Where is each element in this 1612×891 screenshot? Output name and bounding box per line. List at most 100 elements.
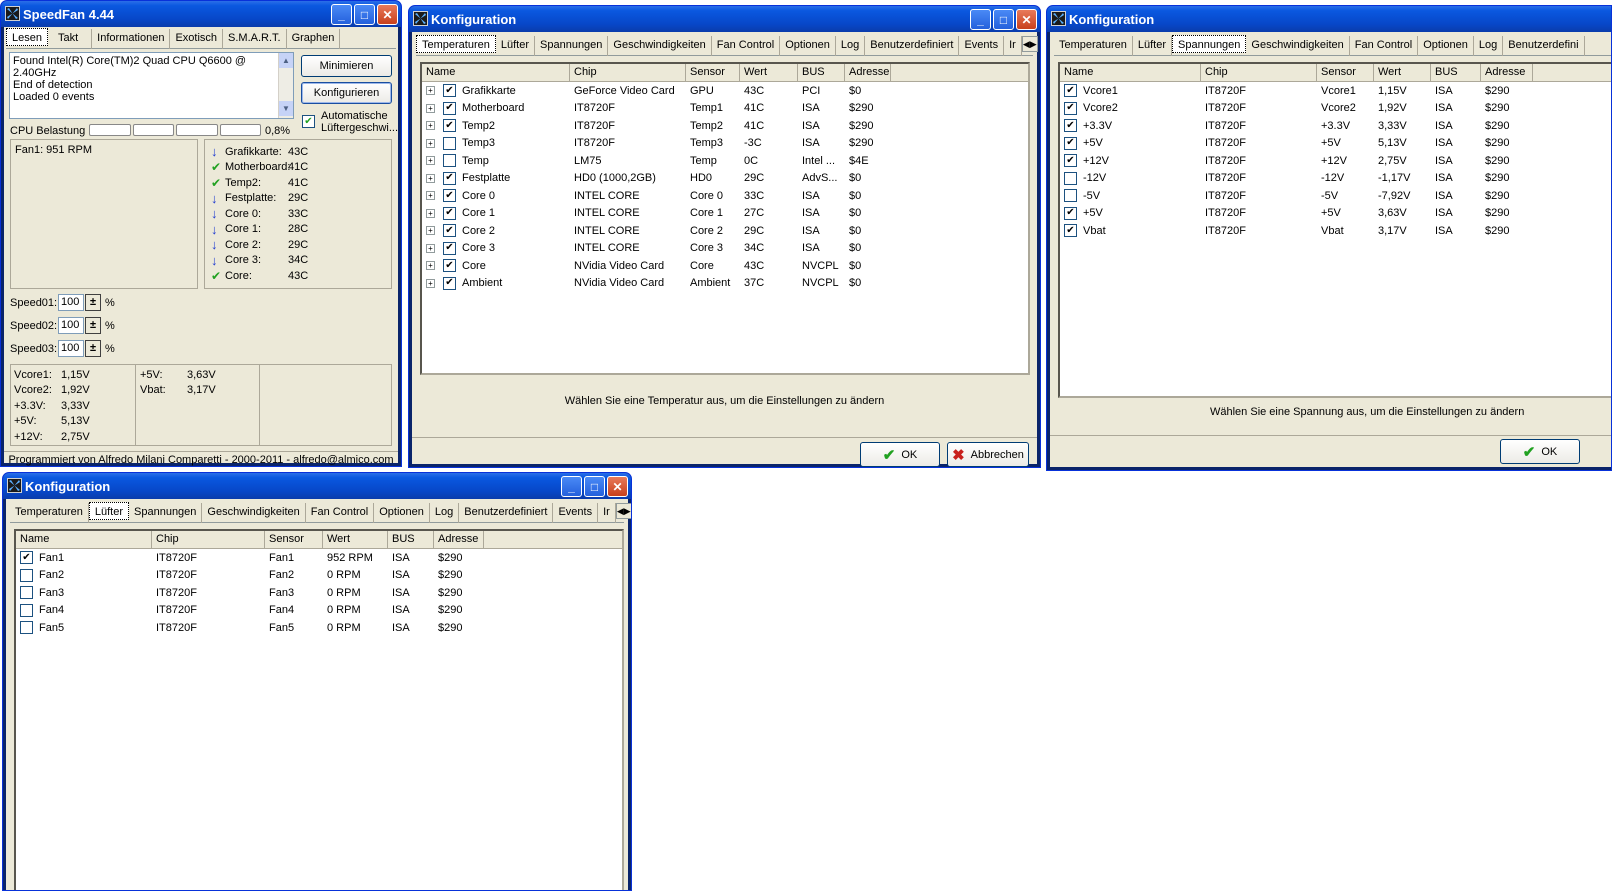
list-row[interactable]: + Temp3 IT8720F Temp3 -3C ISA $290 <box>422 135 1028 153</box>
tab-log[interactable]: Log <box>836 36 866 56</box>
spin-icon[interactable]: ± <box>85 317 101 334</box>
list-row[interactable]: + ✔ Temp2 IT8720F Temp2 41C ISA $290 <box>422 117 1028 135</box>
checkbox[interactable]: ✔ <box>1064 154 1077 168</box>
expand-icon[interactable]: + <box>426 208 435 218</box>
checkbox[interactable]: ✔ <box>20 551 33 565</box>
close-icon[interactable]: ✕ <box>1016 9 1037 30</box>
tab-geschwindigkeiten[interactable]: Geschwindigkeiten <box>202 503 306 523</box>
list-row[interactable]: -12V IT8720F -12V -1,17V ISA $290 <box>1060 170 1611 188</box>
tab-events[interactable]: Events <box>553 503 599 523</box>
list-row[interactable]: ✔ +12V IT8720F +12V 2,75V ISA $290 <box>1060 152 1611 170</box>
auto-fan-checkbox[interactable]: ✔ Automatische Lüftergeschwi... <box>302 110 398 134</box>
column-header-chip[interactable]: Chip <box>152 531 265 548</box>
checkbox[interactable]: ✔ <box>1064 136 1077 150</box>
tab-smart[interactable]: S.M.A.R.T. <box>223 29 287 49</box>
expand-icon[interactable]: + <box>426 243 435 253</box>
speedfan-titlebar[interactable]: SpeedFan 4.44 _ □ ✕ <box>1 1 401 27</box>
checkbox[interactable]: ✔ <box>443 259 456 273</box>
scroll-down-icon[interactable]: ▼ <box>279 101 293 116</box>
configure-button[interactable]: Konfigurieren <box>301 82 392 104</box>
temperature-list[interactable]: Name Chip Sensor Wert BUS Adresse + ✔ Grafikkart… <box>420 62 1030 375</box>
list-row[interactable]: + ✔ Core 3 INTEL CORE Core 3 34C ISA $0 <box>422 240 1028 258</box>
list-row[interactable]: Fan5 IT8720F Fan5 0 RPM ISA $290 <box>16 619 622 637</box>
spin-icon[interactable]: ± <box>85 340 101 357</box>
tab-exotisch[interactable]: Exotisch <box>170 29 224 49</box>
tab-l-fter[interactable]: Lüfter <box>1133 36 1173 56</box>
column-header-wert[interactable]: Wert <box>740 64 798 81</box>
tab-scroll-arrows[interactable]: ◀ ▶ <box>1021 36 1038 52</box>
list-row[interactable]: ✔ +5V IT8720F +5V 5,13V ISA $290 <box>1060 135 1611 153</box>
checkbox[interactable] <box>20 603 33 617</box>
checkbox[interactable]: ✔ <box>443 84 456 98</box>
column-header-chip[interactable]: Chip <box>1201 64 1317 81</box>
maximize-icon[interactable]: □ <box>993 9 1014 30</box>
tab-fan-control[interactable]: Fan Control <box>306 503 375 523</box>
checkbox[interactable]: ✔ <box>443 101 456 115</box>
checkbox[interactable]: ✔ <box>1064 224 1077 238</box>
voltage-list[interactable]: Name Chip Sensor Wert BUS Adresse ✔ Vcore1 IT872… <box>1058 62 1611 398</box>
speed-input[interactable]: 100 <box>58 340 84 357</box>
list-row[interactable]: ✔ Vcore1 IT8720F Vcore1 1,15V ISA $290 <box>1060 82 1611 100</box>
maximize-icon[interactable]: □ <box>354 4 375 25</box>
list-row[interactable]: ✔ +5V IT8720F +5V 3,63V ISA $290 <box>1060 205 1611 223</box>
tab-events[interactable]: Events <box>959 36 1005 56</box>
ok-button[interactable]: ✔ OK <box>1500 439 1580 464</box>
minimize-icon[interactable]: _ <box>561 476 582 497</box>
list-row[interactable]: + Temp LM75 Temp 0C Intel ... $4E <box>422 152 1028 170</box>
checkbox[interactable]: ✔ <box>443 224 456 238</box>
minimize-icon[interactable]: _ <box>331 4 352 25</box>
tab-optionen[interactable]: Optionen <box>374 503 430 523</box>
checkbox[interactable]: ✔ <box>1064 84 1077 98</box>
list-row[interactable]: ✔ Vcore2 IT8720F Vcore2 1,92V ISA $290 <box>1060 100 1611 118</box>
checkbox[interactable] <box>1064 171 1077 185</box>
checkbox[interactable]: ✔ <box>443 276 456 290</box>
expand-icon[interactable]: + <box>426 86 435 96</box>
checkbox[interactable]: ✔ <box>443 189 456 203</box>
speed-input[interactable]: 100 <box>58 317 84 334</box>
list-row[interactable]: + ✔ Core NVidia Video Card Core 43C NVCPL $0 <box>422 257 1028 275</box>
checkbox[interactable] <box>20 621 33 635</box>
log-box[interactable]: Found Intel(R) Core(TM)2 Quad CPU Q6600 … <box>9 52 294 119</box>
tab-benutzerdefini[interactable]: Benutzerdefini <box>1503 36 1585 56</box>
tab-spannungen[interactable]: Spannungen <box>535 36 609 56</box>
list-row[interactable]: + ✔ Core 2 INTEL CORE Core 2 29C ISA $0 <box>422 222 1028 240</box>
spin-icon[interactable]: ± <box>85 294 101 311</box>
checkbox[interactable] <box>443 136 456 150</box>
column-header-bus[interactable]: BUS <box>1431 64 1481 81</box>
minimize-button[interactable]: Minimieren <box>301 55 392 77</box>
expand-icon[interactable]: + <box>426 156 435 166</box>
column-header-name[interactable]: Name <box>1060 64 1201 81</box>
chevron-left-icon[interactable]: ◀ <box>1023 37 1030 51</box>
tab-temperaturen[interactable]: Temperaturen <box>10 503 89 523</box>
column-header-adresse[interactable]: Adresse <box>434 531 484 548</box>
checkbox[interactable]: ✔ <box>1064 119 1077 133</box>
tab-scroll-arrows[interactable]: ◀ ▶ <box>615 503 631 519</box>
expand-icon[interactable]: + <box>426 191 435 201</box>
column-header-wert[interactable]: Wert <box>1374 64 1431 81</box>
checkbox[interactable] <box>20 568 33 582</box>
tab-benutzerdefiniert[interactable]: Benutzerdefiniert <box>865 36 960 56</box>
ok-button[interactable]: ✔ OK <box>860 442 940 467</box>
tab-geschwindigkeiten[interactable]: Geschwindigkeiten <box>608 36 712 56</box>
list-row[interactable]: + ✔ Motherboard IT8720F Temp1 41C ISA $290 <box>422 100 1028 118</box>
tab-lesen[interactable]: Lesen <box>6 28 48 46</box>
checkbox[interactable] <box>1064 189 1077 203</box>
column-header-sensor[interactable]: Sensor <box>265 531 323 548</box>
expand-icon[interactable]: + <box>426 138 435 148</box>
tab-l-fter[interactable]: Lüfter <box>496 36 536 56</box>
tab-fan-control[interactable]: Fan Control <box>1350 36 1419 56</box>
config-titlebar[interactable]: Konfiguration <box>1047 6 1611 32</box>
tab-spannungen[interactable]: Spannungen <box>129 503 203 523</box>
tab-log[interactable]: Log <box>1474 36 1504 56</box>
chevron-left-icon[interactable]: ◀ <box>617 504 624 518</box>
expand-icon[interactable]: + <box>426 261 435 271</box>
tab-temperaturen[interactable]: Temperaturen <box>1054 36 1133 56</box>
chevron-right-icon[interactable]: ▶ <box>624 504 631 518</box>
list-row[interactable]: + ✔ Festplatte HD0 (1000,2GB) HD0 29C AdvS... $… <box>422 170 1028 188</box>
list-row[interactable]: + ✔ Ambient NVidia Video Card Ambient 37C NVCP… <box>422 275 1028 293</box>
tab-takt[interactable]: Takt <box>48 29 93 49</box>
config-titlebar[interactable]: Konfiguration _ □ ✕ <box>3 473 631 499</box>
tab-ir[interactable]: Ir <box>1004 36 1022 56</box>
minimize-icon[interactable]: _ <box>970 9 991 30</box>
list-row[interactable]: -5V IT8720F -5V -7,92V ISA $290 <box>1060 187 1611 205</box>
